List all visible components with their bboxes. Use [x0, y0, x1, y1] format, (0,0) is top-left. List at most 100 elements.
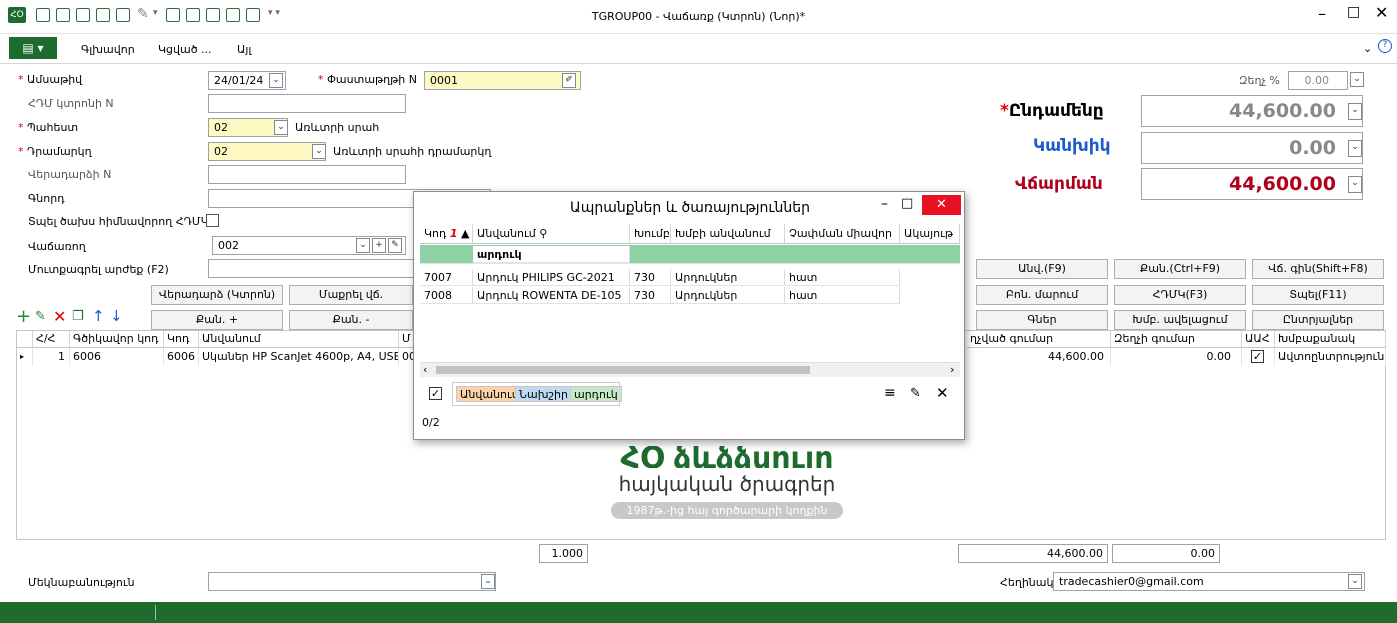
- collapse-ribbon-icon[interactable]: ⌄: [1363, 42, 1372, 55]
- filter-enable-checkbox[interactable]: ✓: [429, 387, 442, 400]
- prices-button[interactable]: Գներ: [976, 310, 1108, 330]
- popup-row-group[interactable]: 730: [630, 269, 671, 286]
- grid-header-barcode[interactable]: Գծիկավոր կոդ: [70, 331, 164, 348]
- comment-dropdown-icon[interactable]: ⌄: [481, 574, 495, 589]
- row-barcode[interactable]: 6006: [70, 348, 164, 366]
- grid-header-batch[interactable]: Խմբաքանակ: [1275, 331, 1386, 348]
- copy-row-icon[interactable]: ❐: [72, 309, 84, 324]
- popup-header-name[interactable]: Անվանում ⚲: [473, 224, 630, 244]
- filter-edit-icon[interactable]: ✎: [910, 386, 921, 401]
- popup-row-group-name[interactable]: Արդուկներ: [671, 287, 785, 304]
- popup-header-code[interactable]: Կոդ 1 ▲: [420, 224, 473, 244]
- scroll-right-icon[interactable]: ›: [950, 363, 954, 377]
- seller-edit-icon[interactable]: ✎: [388, 238, 402, 253]
- tab-other[interactable]: Այլ: [237, 43, 251, 56]
- price-shift-f8-button[interactable]: Վճ. գին(Shift+F8): [1252, 259, 1384, 279]
- row-vat-checkbox[interactable]: ✓: [1251, 350, 1264, 363]
- row-name[interactable]: Սկաներ HP ScanJet 4600p, A4, USB: [199, 348, 399, 366]
- seller-add-icon[interactable]: +: [372, 238, 386, 253]
- file-menu-button[interactable]: ▤ ▾: [9, 37, 57, 59]
- delete-row-icon[interactable]: ✕: [53, 307, 66, 326]
- clear-discount-button[interactable]: Մաքրել վճ.: [289, 285, 413, 305]
- grid-header-code[interactable]: Կոդ: [164, 331, 199, 348]
- row-amount[interactable]: 44,600.00: [967, 348, 1111, 366]
- discount-field[interactable]: 0.00: [1288, 71, 1348, 90]
- popup-maximize-icon[interactable]: □: [901, 196, 913, 211]
- fiscal-field[interactable]: [208, 94, 406, 113]
- popup-close-icon[interactable]: ✕: [922, 195, 961, 215]
- popup-row-code[interactable]: 7007: [420, 269, 473, 286]
- product-lookup-dialog[interactable]: Ապրանքներ և ծառայություններ – □ ✕ Կոդ 1 …: [413, 191, 965, 440]
- grid-header-name[interactable]: Անվանում: [199, 331, 399, 348]
- docnum-edit-icon[interactable]: ✐: [562, 73, 576, 88]
- grid-header-num[interactable]: Հ/Հ: [33, 331, 70, 348]
- favorites-button[interactable]: Ընտրյալներ: [1252, 310, 1384, 330]
- move-down-icon[interactable]: ↓: [110, 307, 123, 325]
- filter-icon[interactable]: ⚲: [539, 227, 547, 240]
- row-code[interactable]: 6006: [164, 348, 199, 366]
- row-vat-cell[interactable]: ✓: [1242, 348, 1275, 366]
- popup-header-extra[interactable]: Ակայութ: [900, 224, 960, 244]
- comment-field[interactable]: [208, 572, 496, 591]
- discount-dropdown-icon[interactable]: ⌄: [1350, 72, 1364, 87]
- row-batch[interactable]: Ավտոընտրություն: [1275, 348, 1386, 366]
- popup-hscrollbar[interactable]: ‹ ›: [420, 362, 960, 377]
- bonus-button[interactable]: Բոն. մարում: [976, 285, 1108, 305]
- return-field[interactable]: [208, 165, 406, 184]
- popup-row-unit[interactable]: հատ: [785, 287, 900, 304]
- popup-header-group[interactable]: Խումբ: [630, 224, 671, 244]
- docnum-field[interactable]: 0001: [424, 71, 581, 90]
- pay-dropdown-icon[interactable]: ⌄: [1348, 176, 1362, 193]
- move-up-icon[interactable]: ↑: [92, 307, 105, 325]
- popup-row-unit[interactable]: հատ: [785, 269, 900, 286]
- popup-filter-input[interactable]: արդուկ: [473, 246, 630, 263]
- chip-pattern[interactable]: Նախշիր: [515, 386, 572, 402]
- qty-minus-button[interactable]: Քան. -: [289, 310, 413, 330]
- author-dropdown-icon[interactable]: ⌄: [1348, 574, 1362, 589]
- grid-header-discount[interactable]: Զեղչի գումար: [1111, 331, 1242, 348]
- grid-header-amount[interactable]: ղչված գումար: [967, 331, 1111, 348]
- print-receipt-checkbox[interactable]: [206, 214, 219, 227]
- an-f9-button[interactable]: Անվ.(F9): [976, 259, 1108, 279]
- group-add-button[interactable]: Խմբ. ավելացում: [1114, 310, 1246, 330]
- enter-value-field[interactable]: [208, 259, 418, 278]
- warehouse-dropdown-icon[interactable]: ⌄: [274, 120, 288, 135]
- popup-header-group-name[interactable]: Խմբի անվանում: [671, 224, 785, 244]
- tab-main[interactable]: Գլխավոր: [81, 43, 135, 56]
- scroll-left-icon[interactable]: ‹: [423, 363, 427, 377]
- close-icon[interactable]: ✕: [1375, 3, 1388, 22]
- qty-plus-button[interactable]: Քան. +: [151, 310, 283, 330]
- grid-header-vat[interactable]: ԱԱՀ: [1242, 331, 1275, 348]
- popup-row-group[interactable]: 730: [630, 287, 671, 304]
- filter-clear-icon[interactable]: ✕: [936, 384, 949, 402]
- popup-row-name[interactable]: Արդուկ PHILIPS GC-2021: [473, 269, 630, 286]
- maximize-icon[interactable]: □: [1347, 4, 1360, 20]
- cash-dropdown-icon[interactable]: ⌄: [1348, 140, 1362, 157]
- row-discount[interactable]: 0.00: [1111, 348, 1242, 366]
- tab-attached[interactable]: Կցված ...: [158, 43, 212, 56]
- cashbox-field[interactable]: 02: [208, 142, 326, 161]
- popup-row-code[interactable]: 7008: [420, 287, 473, 304]
- hdmk-f3-button[interactable]: ՀԴՄԿ(F3): [1114, 285, 1246, 305]
- cashbox-dropdown-icon[interactable]: ⌄: [312, 144, 326, 159]
- popup-row-name[interactable]: Արդուկ ROWENTA DE-105: [473, 287, 630, 304]
- print-f11-button[interactable]: Տպել(F11): [1252, 285, 1384, 305]
- filter-menu-icon[interactable]: ≡: [884, 385, 896, 401]
- chip-name[interactable]: Անվանում: [456, 386, 523, 402]
- edit-row-icon[interactable]: ✎: [35, 309, 46, 324]
- add-row-icon[interactable]: +: [16, 306, 31, 327]
- return-check-button[interactable]: Վերադարձ (Կտրոն): [151, 285, 283, 305]
- qty-ctrl-f9-button[interactable]: Քան.(Ctrl+F9): [1114, 259, 1246, 279]
- scroll-thumb[interactable]: [436, 366, 810, 374]
- minimize-icon[interactable]: –: [1318, 4, 1326, 23]
- popup-header-unit[interactable]: Չափման միավոր: [785, 224, 900, 244]
- popup-minimize-icon[interactable]: –: [881, 196, 888, 212]
- seller-dropdown-icon[interactable]: ⌄: [356, 238, 370, 253]
- date-picker-icon[interactable]: ⌄: [269, 73, 283, 88]
- chip-value[interactable]: արդուկ: [570, 386, 622, 402]
- popup-row-group-name[interactable]: Արդուկներ: [671, 269, 785, 286]
- total-dropdown-icon[interactable]: ⌄: [1348, 103, 1362, 120]
- cash-field[interactable]: 0.00: [1141, 132, 1363, 164]
- author-field[interactable]: tradecashier0@gmail.com: [1053, 572, 1365, 591]
- help-icon[interactable]: ?: [1378, 39, 1392, 53]
